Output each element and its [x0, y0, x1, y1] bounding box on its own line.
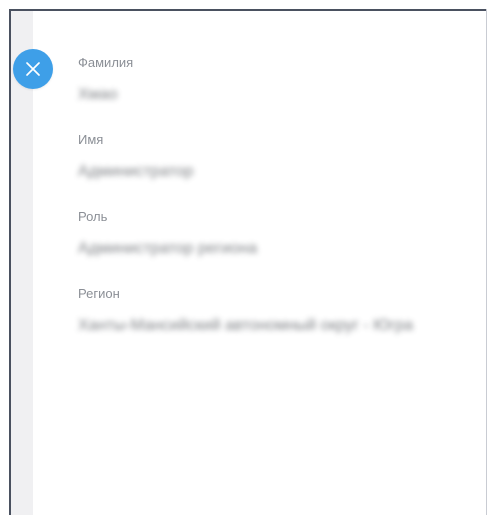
field-label: Фамилия	[78, 55, 134, 70]
field-label: Регион	[78, 286, 120, 301]
profile-details: Фамилия Хмао Имя Администратор Роль Адми…	[78, 55, 488, 363]
field-value: Хмао	[78, 86, 118, 103]
field-first-name: Имя Администратор	[78, 132, 488, 209]
field-value: Администратор	[78, 163, 194, 180]
field-region: Регион Ханты-Мансийский автономный округ…	[78, 286, 488, 363]
field-last-name: Фамилия Хмао	[78, 55, 488, 132]
close-icon	[25, 61, 41, 77]
field-value: Ханты-Мансийский автономный округ - Югра	[78, 317, 414, 334]
field-value: Администратор региона	[78, 240, 258, 257]
close-button[interactable]	[13, 49, 53, 89]
field-role: Роль Администратор региона	[78, 209, 488, 286]
field-label: Имя	[78, 132, 104, 147]
field-label: Роль	[78, 209, 108, 224]
